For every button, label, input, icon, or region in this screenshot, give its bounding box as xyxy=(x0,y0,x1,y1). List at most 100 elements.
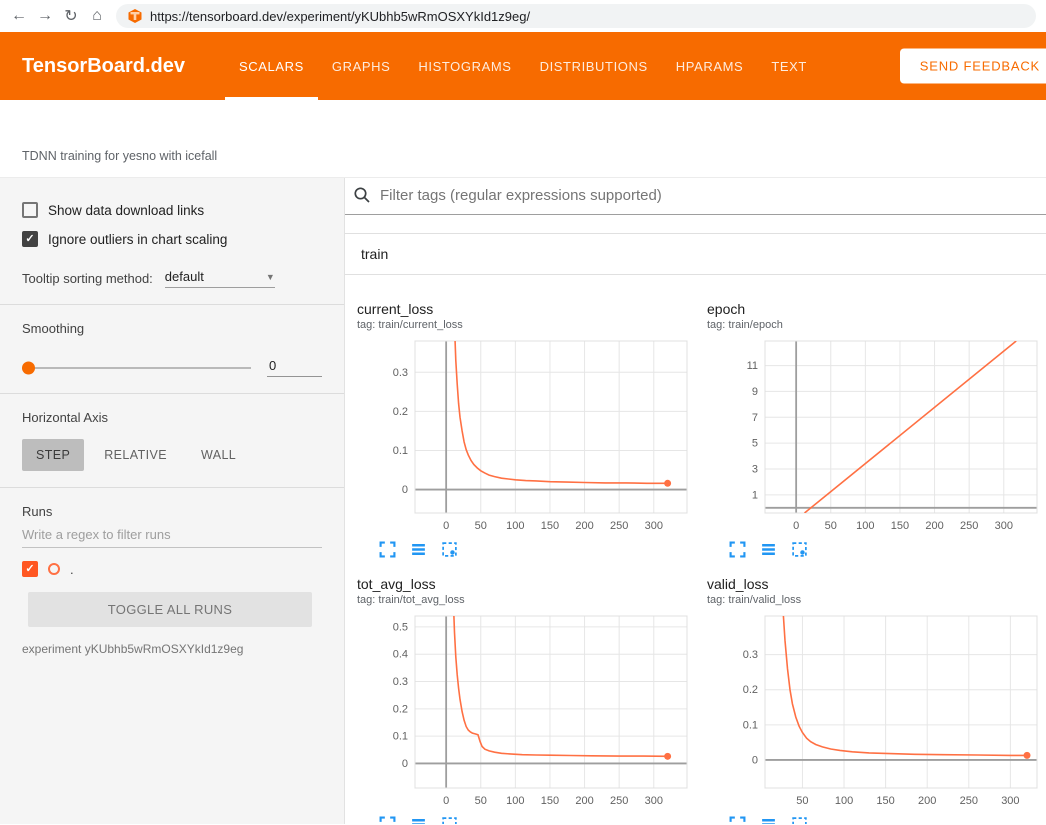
run-selector-icon[interactable] xyxy=(760,816,777,824)
tab-scalars[interactable]: SCALARS xyxy=(225,32,318,100)
axis-wall-button[interactable]: WALL xyxy=(187,439,250,471)
smoothing-slider-thumb[interactable] xyxy=(22,361,35,374)
svg-text:150: 150 xyxy=(541,520,559,532)
forward-icon[interactable]: → xyxy=(32,3,58,29)
chart-title: valid_loss xyxy=(707,576,1045,592)
experiment-title-band: TDNN training for yesno with icefall xyxy=(0,100,1046,178)
smoothing-slider[interactable] xyxy=(22,367,251,369)
experiment-title: TDNN training for yesno with icefall xyxy=(22,149,217,163)
line-chart-epoch[interactable]: 0501001502002503001357911 xyxy=(707,337,1046,537)
back-icon[interactable]: ← xyxy=(6,3,32,29)
show-download-links-checkbox[interactable] xyxy=(22,202,38,218)
chart-card-tot-avg-loss: tot_avg_loss tag: train/tot_avg_loss 050… xyxy=(345,576,695,824)
sidebar-divider xyxy=(0,487,344,488)
svg-text:0: 0 xyxy=(793,520,799,532)
fit-domain-icon[interactable] xyxy=(441,541,458,558)
show-download-links-label: Show data download links xyxy=(48,203,204,218)
toggle-all-runs-button[interactable]: TOGGLE ALL RUNS xyxy=(28,592,312,627)
svg-text:100: 100 xyxy=(506,795,524,807)
svg-text:0.3: 0.3 xyxy=(743,649,758,661)
svg-text:0.2: 0.2 xyxy=(393,406,408,418)
line-chart-valid-loss[interactable]: 5010015020025030000.10.20.3 xyxy=(707,612,1046,812)
svg-text:0: 0 xyxy=(443,795,449,807)
app-header: TensorBoard.dev SCALARS GRAPHS HISTOGRAM… xyxy=(0,32,1046,100)
svg-text:5: 5 xyxy=(752,438,758,450)
tab-text[interactable]: TEXT xyxy=(757,32,821,100)
svg-text:11: 11 xyxy=(747,360,758,372)
runs-regex-input[interactable] xyxy=(22,519,322,548)
ignore-outliers-checkbox[interactable] xyxy=(22,231,38,247)
home-icon[interactable]: ⌂ xyxy=(84,3,110,29)
run-row[interactable]: . xyxy=(22,561,322,577)
svg-text:0.3: 0.3 xyxy=(393,367,408,379)
charts-grid: current_loss tag: train/current_loss 050… xyxy=(345,275,1046,824)
filter-tags-row xyxy=(345,186,1046,215)
expand-chart-icon[interactable] xyxy=(729,541,746,558)
show-download-links-row[interactable]: Show data download links xyxy=(22,202,322,218)
svg-text:150: 150 xyxy=(541,795,559,807)
train-section-label: train xyxy=(361,246,388,262)
axis-relative-button[interactable]: RELATIVE xyxy=(90,439,181,471)
tab-graphs[interactable]: GRAPHS xyxy=(318,32,405,100)
horizontal-axis-label: Horizontal Axis xyxy=(22,410,322,425)
svg-text:250: 250 xyxy=(610,520,628,532)
reload-icon[interactable]: ↻ xyxy=(58,3,84,29)
svg-text:250: 250 xyxy=(960,795,978,807)
chart-title: epoch xyxy=(707,301,1045,317)
run-selector-icon[interactable] xyxy=(410,541,427,558)
search-icon xyxy=(353,186,371,204)
line-chart-tot-avg-loss[interactable]: 05010015020025030000.10.20.30.40.5 xyxy=(357,612,697,812)
fit-domain-icon[interactable] xyxy=(441,816,458,824)
tensorboard-favicon xyxy=(128,9,142,23)
smoothing-label: Smoothing xyxy=(22,321,322,336)
svg-text:0.2: 0.2 xyxy=(393,703,408,715)
svg-text:200: 200 xyxy=(918,795,936,807)
svg-text:0.1: 0.1 xyxy=(393,731,408,743)
chart-card-current-loss: current_loss tag: train/current_loss 050… xyxy=(345,301,695,558)
run-checkbox[interactable] xyxy=(22,561,38,577)
chart-card-epoch: epoch tag: train/epoch 05010015020025030… xyxy=(695,301,1045,558)
svg-text:0: 0 xyxy=(752,754,758,766)
svg-text:50: 50 xyxy=(796,795,808,807)
svg-text:250: 250 xyxy=(610,795,628,807)
svg-text:50: 50 xyxy=(825,520,837,532)
tab-hparams[interactable]: HPARAMS xyxy=(662,32,758,100)
axis-step-button[interactable]: STEP xyxy=(22,439,84,471)
address-bar[interactable]: https://tensorboard.dev/experiment/yKUbh… xyxy=(116,4,1036,28)
run-selector-icon[interactable] xyxy=(760,541,777,558)
tab-distributions[interactable]: DISTRIBUTIONS xyxy=(526,32,662,100)
chart-title: tot_avg_loss xyxy=(357,576,695,592)
runs-label: Runs xyxy=(22,504,322,519)
send-feedback-button[interactable]: SEND FEEDBACK xyxy=(900,49,1046,84)
url-text: https://tensorboard.dev/experiment/yKUbh… xyxy=(150,9,530,24)
svg-text:7: 7 xyxy=(752,412,758,424)
train-section-header[interactable]: train xyxy=(345,233,1046,275)
svg-text:150: 150 xyxy=(891,520,909,532)
main-panel: train current_loss tag: train/current_lo… xyxy=(345,178,1046,824)
expand-chart-icon[interactable] xyxy=(729,816,746,824)
tooltip-sorting-label: Tooltip sorting method: xyxy=(22,271,153,286)
ignore-outliers-row[interactable]: Ignore outliers in chart scaling xyxy=(22,231,322,247)
svg-text:150: 150 xyxy=(876,795,894,807)
smoothing-value[interactable]: 0 xyxy=(267,358,322,377)
chart-tag: tag: train/epoch xyxy=(707,319,1045,331)
expand-chart-icon[interactable] xyxy=(379,816,396,824)
svg-text:9: 9 xyxy=(752,386,758,398)
tab-histograms[interactable]: HISTOGRAMS xyxy=(404,32,525,100)
app-logo: TensorBoard.dev xyxy=(22,55,185,78)
fit-domain-icon[interactable] xyxy=(791,816,808,824)
fit-domain-icon[interactable] xyxy=(791,541,808,558)
line-chart-current-loss[interactable]: 05010015020025030000.10.20.3 xyxy=(357,337,697,537)
filter-tags-input[interactable] xyxy=(380,187,1046,204)
run-selector-icon[interactable] xyxy=(410,816,427,824)
svg-text:3: 3 xyxy=(752,464,758,476)
svg-text:300: 300 xyxy=(995,520,1013,532)
chart-tag: tag: train/current_loss xyxy=(357,319,695,331)
tooltip-sorting-value: default xyxy=(165,269,204,284)
svg-text:50: 50 xyxy=(475,520,487,532)
tooltip-sorting-select[interactable]: default ▼ xyxy=(165,269,275,288)
expand-chart-icon[interactable] xyxy=(379,541,396,558)
settings-sidebar: Show data download links Ignore outliers… xyxy=(0,178,345,824)
svg-text:300: 300 xyxy=(645,520,663,532)
chevron-down-icon: ▼ xyxy=(266,272,275,282)
